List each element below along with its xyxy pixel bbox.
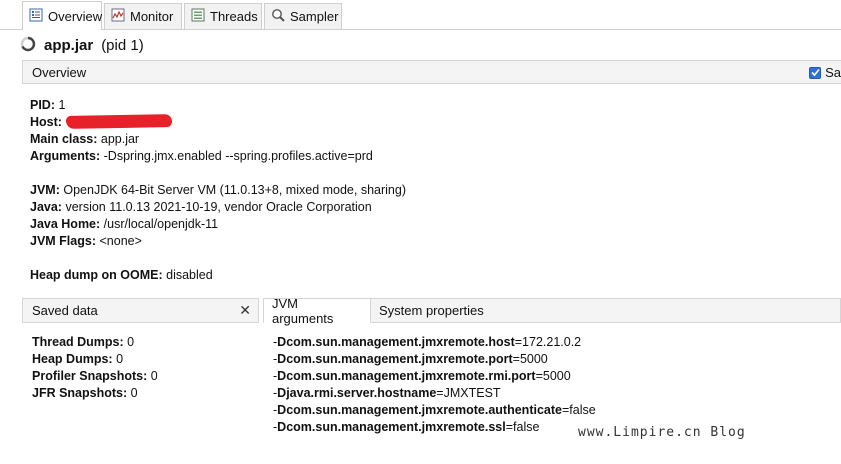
tab-overview[interactable]: Overview: [22, 1, 102, 30]
watermark-text: www.Limpire.cn Blog: [578, 425, 746, 440]
arg-key: Dcom.sun.management.jmxremote.ssl: [277, 420, 506, 434]
list-item: Thread Dumps: 0: [32, 334, 158, 351]
tab-overview-label: Overview: [48, 8, 103, 24]
monitor-icon: [111, 8, 125, 25]
heap-dump-info: Heap dump on OOME: disabled: [30, 267, 213, 284]
arg-value: =5000: [512, 352, 548, 366]
arg-key: Djava.rmi.server.hostname: [277, 386, 437, 400]
heap-dump-value: disabled: [166, 268, 213, 282]
arg-value: =JMXTEST: [436, 386, 501, 400]
tab-system-properties[interactable]: System properties: [371, 298, 841, 323]
save-checkbox-label: Sa: [825, 65, 841, 80]
jvm-arguments-list: -Dcom.sun.management.jmxremote.host=172.…: [273, 334, 596, 436]
list-item: JFR Snapshots: 0: [32, 385, 158, 402]
tabs-divider: [0, 29, 841, 30]
app-pid: (pid 1): [101, 36, 144, 54]
arg-key: Dcom.sun.management.jmxremote.port: [277, 352, 513, 366]
arg-key: Dcom.sun.management.jmxremote.host: [277, 335, 515, 349]
jvm-value: OpenJDK 64-Bit Server VM (11.0.13+8, mix…: [63, 183, 406, 197]
pid-row: PID: 1: [30, 97, 373, 114]
java-label: Java:: [30, 200, 62, 214]
tab-jvm-arguments-label: JVM arguments: [272, 295, 334, 326]
pid-label: PID:: [30, 98, 55, 112]
saved-item-label: Heap Dumps:: [32, 352, 113, 366]
main-class-label: Main class:: [30, 132, 98, 146]
tab-monitor[interactable]: Monitor: [104, 3, 182, 29]
java-value: version 11.0.13 2021-10-19, vendor Oracl…: [65, 200, 372, 214]
list-item: -Dcom.sun.management.jmxremote.rmi.port=…: [273, 368, 596, 385]
heap-dump-label: Heap dump on OOME:: [30, 268, 163, 282]
tab-sampler-label: Sampler: [290, 9, 339, 24]
overview-section-header[interactable]: Overview: [22, 60, 841, 84]
arguments-row: Arguments: -Dspring.jmx.enabled --spring…: [30, 148, 373, 165]
app-header: app.jar (pid 1): [20, 34, 144, 56]
tab-threads[interactable]: Threads: [184, 3, 262, 29]
host-row: Host:: [30, 114, 373, 131]
main-class-row: Main class: app.jar: [30, 131, 373, 148]
list-item: -Dcom.sun.management.jmxremote.host=172.…: [273, 334, 596, 351]
tab-monitor-label: Monitor: [130, 9, 174, 24]
close-icon[interactable]: ✕: [239, 302, 251, 319]
arg-value: =false: [505, 420, 540, 434]
saved-item-label: Profiler Snapshots:: [32, 369, 148, 383]
jvm-info: JVM: OpenJDK 64-Bit Server VM (11.0.13+8…: [30, 182, 406, 250]
saved-data-title: Saved data: [32, 303, 98, 318]
java-row: Java: version 11.0.13 2021-10-19, vendor…: [30, 199, 406, 216]
jvm-flags-row: JVM Flags: <none>: [30, 233, 406, 250]
arg-key: Dcom.sun.management.jmxremote.rmi.port: [277, 369, 536, 383]
app-name: app.jar: [44, 36, 94, 54]
heap-dump-row: Heap dump on OOME: disabled: [30, 267, 213, 284]
tab-sampler[interactable]: Sampler: [264, 3, 342, 29]
process-info: PID: 1 Host: Main class: app.jar Argumen…: [30, 97, 373, 165]
tab-threads-label: Threads: [210, 9, 258, 24]
jvm-row: JVM: OpenJDK 64-Bit Server VM (11.0.13+8…: [30, 182, 406, 199]
arg-value: =5000: [535, 369, 571, 383]
saved-item-value: 0: [116, 352, 124, 366]
overview-icon: [29, 8, 43, 25]
saved-data-header: Saved data ✕: [22, 298, 259, 323]
saved-item-label: Thread Dumps:: [32, 335, 124, 349]
jvm-label: JVM:: [30, 183, 60, 197]
java-home-value: /usr/local/openjdk-11: [103, 217, 219, 231]
pid-value: 1: [58, 98, 66, 112]
java-home-row: Java Home: /usr/local/openjdk-11: [30, 216, 406, 233]
arg-key: Dcom.sun.management.jmxremote.authentica…: [277, 403, 562, 417]
view-tabs: Overview Monitor Threads Sampler: [0, 0, 841, 30]
main-class-value: app.jar: [100, 132, 140, 146]
arguments-value: -Dspring.jmx.enabled --spring.profiles.a…: [103, 149, 373, 163]
list-item: -Dcom.sun.management.jmxremote.authentic…: [273, 402, 596, 419]
saved-item-label: JFR Snapshots:: [32, 386, 128, 400]
jvm-flags-label: JVM Flags:: [30, 234, 96, 248]
arguments-label: Arguments:: [30, 149, 101, 163]
java-home-label: Java Home:: [30, 217, 101, 231]
arg-value: =172.21.0.2: [514, 335, 582, 349]
host-redaction: [65, 114, 173, 129]
list-item: Profiler Snapshots: 0: [32, 368, 158, 385]
spinner-icon: [20, 36, 36, 55]
checkbox-checked-icon[interactable]: [809, 66, 822, 79]
saved-item-value: 0: [130, 386, 138, 400]
list-item: -Dcom.sun.management.jmxremote.port=5000: [273, 351, 596, 368]
threads-icon: [191, 8, 205, 25]
saved-data-list: Thread Dumps: 0 Heap Dumps: 0 Profiler S…: [32, 334, 158, 402]
saved-item-value: 0: [127, 335, 135, 349]
sampler-icon: [271, 8, 285, 25]
details-tabs: JVM arguments System properties: [263, 295, 841, 326]
list-item: -Djava.rmi.server.hostname=JMXTEST: [273, 385, 596, 402]
save-checkbox[interactable]: Sa: [809, 65, 841, 80]
host-label: Host:: [30, 115, 62, 129]
saved-item-value: 0: [150, 369, 158, 383]
tab-jvm-arguments[interactable]: JVM arguments: [263, 295, 371, 326]
list-item: Heap Dumps: 0: [32, 351, 158, 368]
arg-value: =false: [561, 403, 596, 417]
overview-section-label: Overview: [32, 64, 87, 80]
jvm-flags-value: <none>: [99, 234, 142, 248]
list-item: -Dcom.sun.management.jmxremote.ssl=false: [273, 419, 596, 436]
tab-system-properties-label: System properties: [379, 303, 484, 318]
